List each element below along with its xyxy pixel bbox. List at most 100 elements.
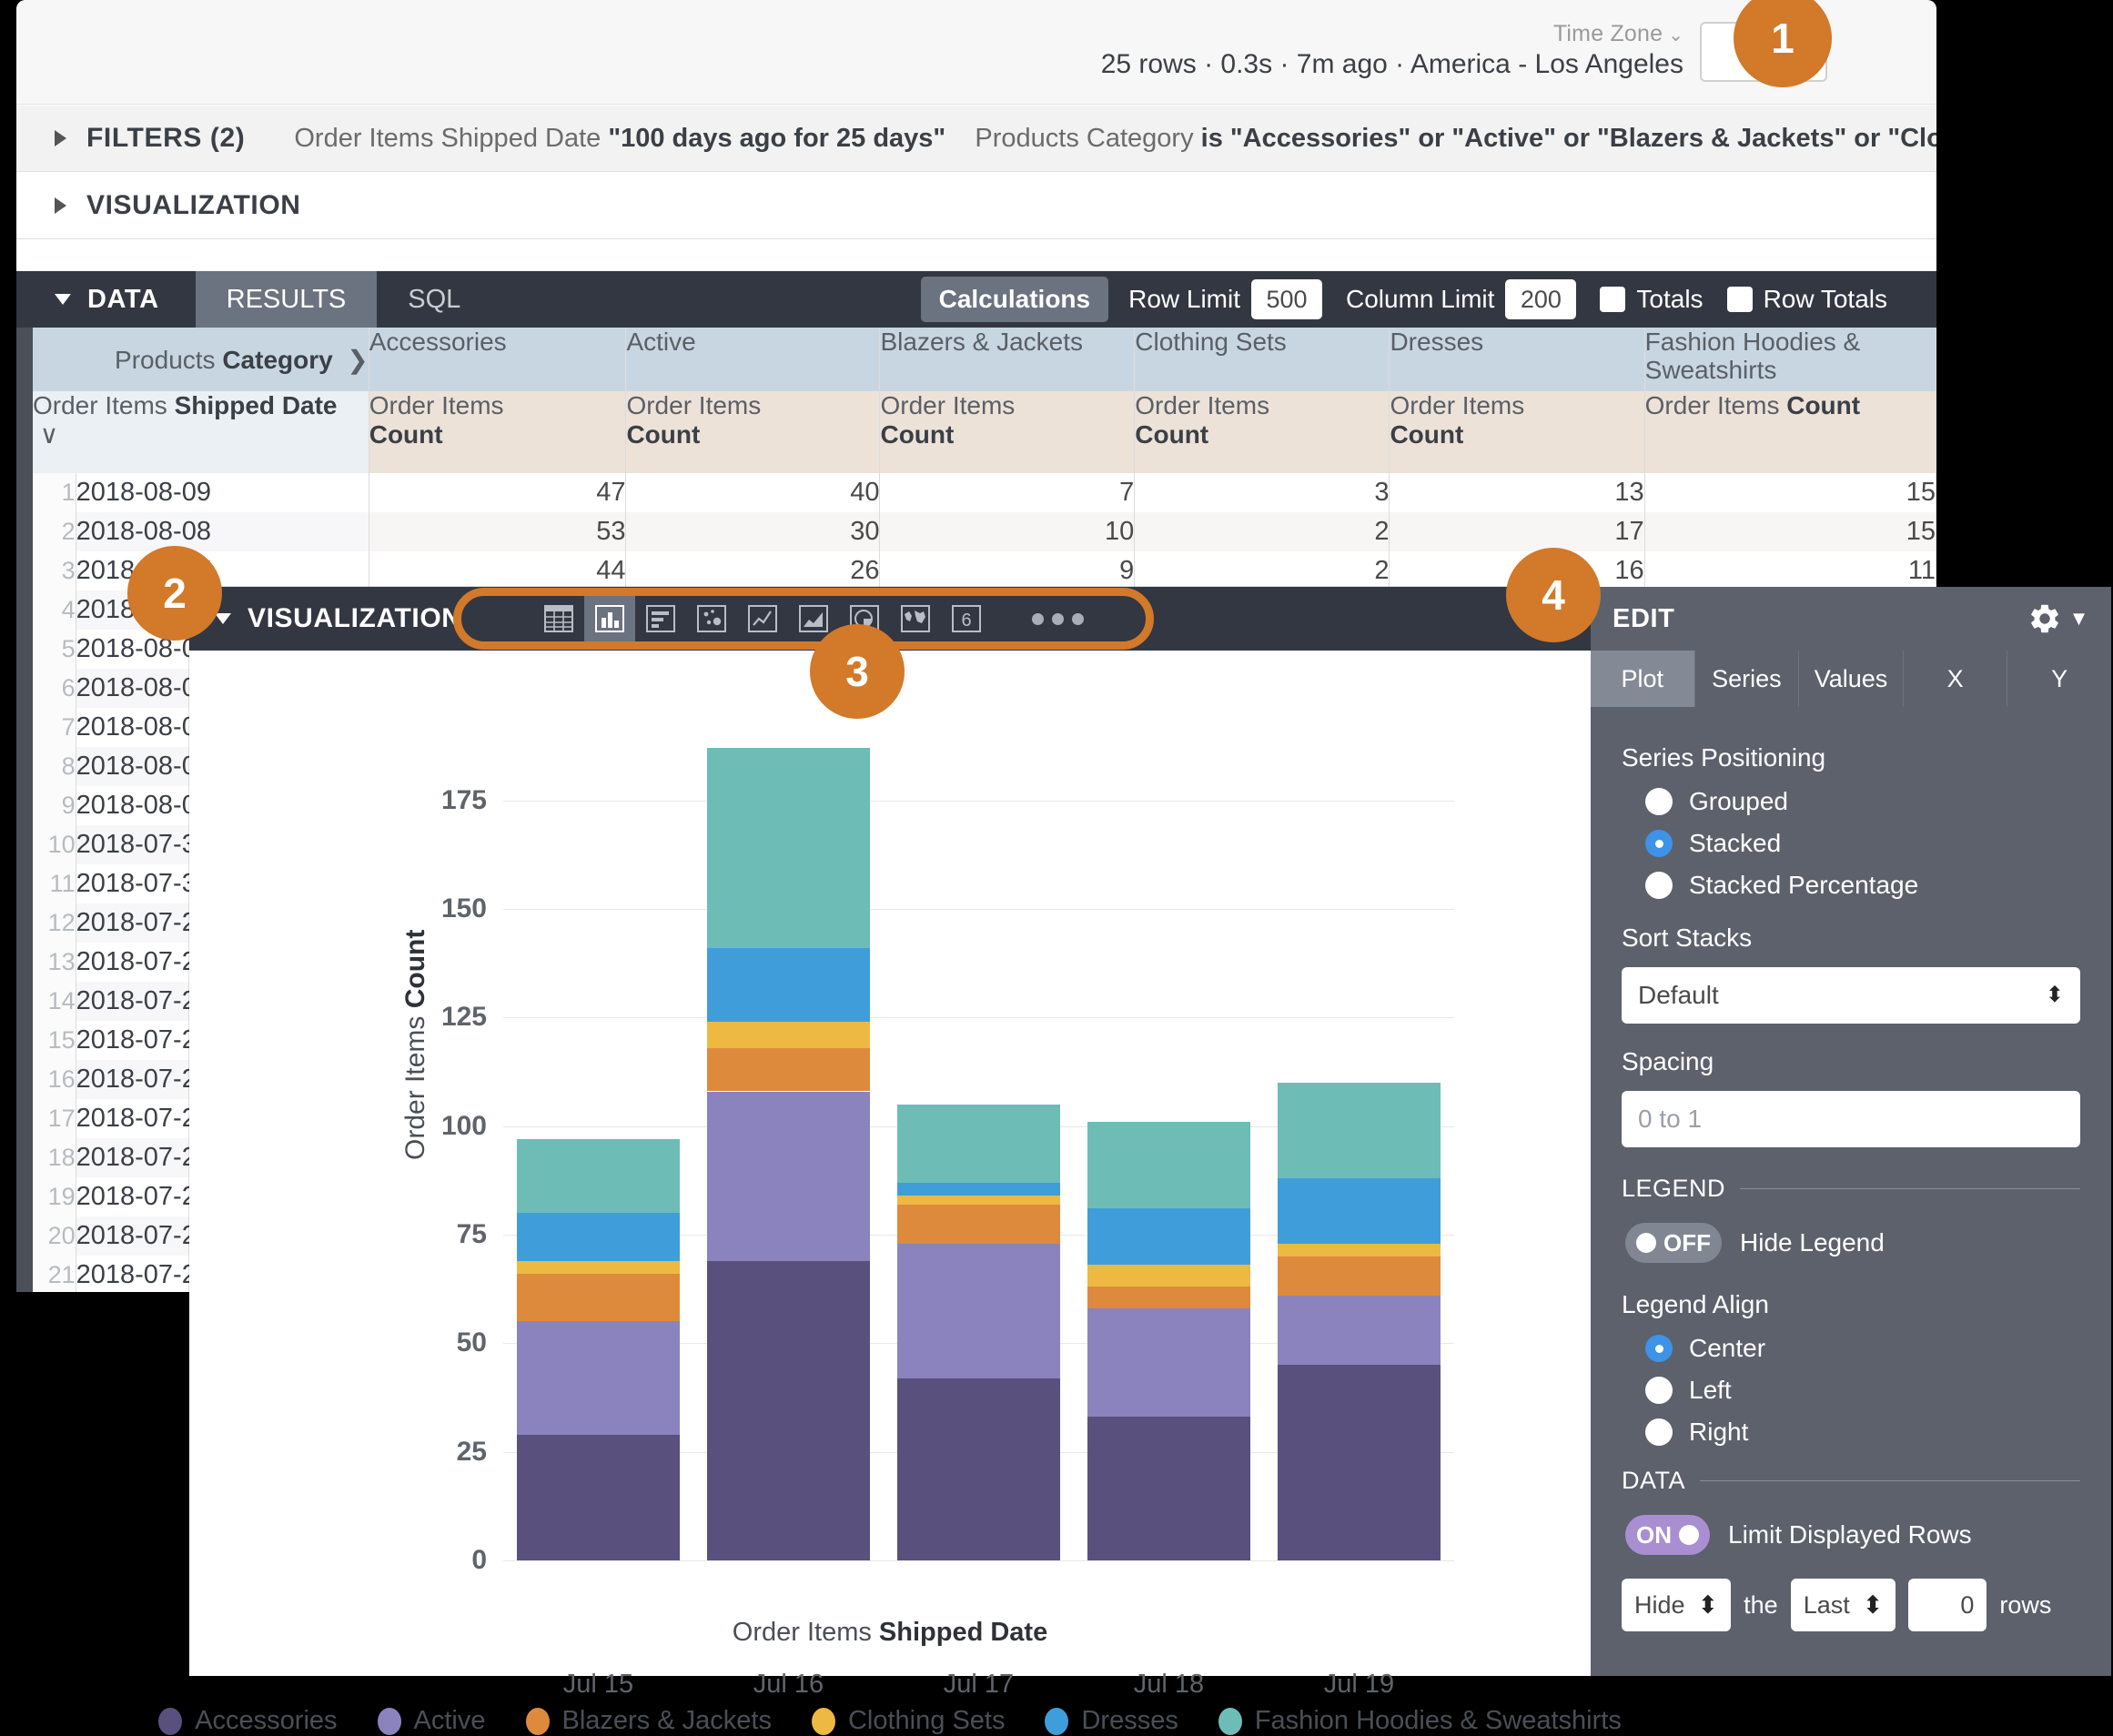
settings-menu[interactable]: ▼ <box>2027 601 2089 636</box>
radio-legend-right-control[interactable] <box>1645 1418 1673 1446</box>
measure-header-4[interactable]: Order Items Count <box>1389 391 1645 473</box>
radio-legend-left-control[interactable] <box>1645 1377 1673 1404</box>
bar-segment[interactable] <box>516 1434 681 1560</box>
first-last-select[interactable]: Last ⬍ <box>1790 1579 1896 1631</box>
bar-segment[interactable] <box>706 1260 871 1560</box>
bar-segment[interactable] <box>896 1104 1061 1183</box>
bar-segment[interactable] <box>706 748 871 948</box>
column-header-blazers-jackets[interactable]: Blazers & Jackets <box>879 328 1136 391</box>
tab-y[interactable]: Y <box>2007 651 2111 707</box>
radio-grouped-control[interactable] <box>1645 788 1673 815</box>
tab-values[interactable]: Values <box>1799 651 1904 707</box>
hide-legend-toggle[interactable]: OFF <box>1625 1223 1722 1263</box>
bar-segment[interactable] <box>516 1321 681 1435</box>
bar-segment[interactable] <box>516 1213 681 1261</box>
filters-section[interactable]: FILTERS (2) Order Items Shipped Date "10… <box>16 106 1936 172</box>
limit-rows-toggle-row[interactable]: ON Limit Displayed Rows <box>1625 1515 2080 1555</box>
tab-series[interactable]: Series <box>1695 651 1800 707</box>
table-cell: 3 <box>1134 473 1390 512</box>
radio-stacked-percentage[interactable]: Stacked Percentage <box>1645 871 2080 900</box>
measure-header-1[interactable]: Order Items Count <box>625 391 881 473</box>
tab-sql[interactable]: SQL <box>377 271 491 328</box>
radio-legend-right[interactable]: Right <box>1645 1418 2080 1447</box>
bar-segment[interactable] <box>1277 1295 1441 1366</box>
bar-stack[interactable] <box>896 1104 1061 1560</box>
radio-stacked[interactable]: Stacked <box>1645 829 2080 858</box>
bar-segment[interactable] <box>1087 1265 1251 1287</box>
bar-segment[interactable] <box>516 1273 681 1322</box>
calculations-button[interactable]: Calculations <box>920 277 1109 322</box>
legend-item[interactable]: Active <box>377 1706 486 1736</box>
tab-plot[interactable]: Plot <box>1591 651 1695 707</box>
bar-segment[interactable] <box>1087 1208 1251 1266</box>
bar-segment[interactable] <box>706 947 871 1023</box>
tab-results[interactable]: RESULTS <box>195 271 378 328</box>
spacing-input[interactable]: 0 to 1 <box>1622 1091 2080 1147</box>
row-totals-checkbox[interactable] <box>1726 287 1753 312</box>
column-header-clothing-sets[interactable]: Clothing Sets <box>1134 328 1390 391</box>
measure-header-5[interactable]: Order Items Count <box>1644 391 1936 473</box>
column-limit-input[interactable]: 200 <box>1505 279 1577 319</box>
timezone-selector[interactable]: Time Zone ⌄ <box>1101 21 1683 47</box>
legend-item[interactable]: Fashion Hoodies & Sweatshirts <box>1218 1706 1622 1736</box>
bar-stack[interactable] <box>516 1139 681 1560</box>
measure-header-3[interactable]: Order Items Count <box>1134 391 1390 473</box>
collapse-triangle-icon[interactable] <box>215 613 231 624</box>
pivot-header[interactable]: Products Category ❯ <box>33 328 369 391</box>
bar-stack[interactable] <box>1277 1082 1441 1560</box>
radio-legend-left[interactable]: Left <box>1645 1376 2080 1405</box>
legend-item[interactable]: Blazers & Jackets <box>525 1706 772 1736</box>
bar-segment[interactable] <box>896 1243 1061 1378</box>
radio-stacked-control[interactable] <box>1645 830 1673 857</box>
bar-stack[interactable] <box>706 748 871 1560</box>
bar-segment[interactable] <box>1087 1287 1251 1309</box>
expand-triangle-icon[interactable] <box>55 130 66 146</box>
table-row[interactable]: 1 2018-08-09 47 40 7 3 13 15 <box>33 473 1936 512</box>
tab-x[interactable]: X <box>1904 651 2008 707</box>
row-limit-input[interactable]: 500 <box>1251 279 1323 319</box>
bar-segment[interactable] <box>1277 1243 1441 1257</box>
measure-header-2[interactable]: Order Items Count <box>879 391 1136 473</box>
bar-segment[interactable] <box>516 1139 681 1214</box>
hide-show-select[interactable]: Hide ⬍ <box>1622 1579 1732 1631</box>
legend-item[interactable]: Dresses <box>1045 1706 1178 1736</box>
bar-segment[interactable] <box>1087 1308 1251 1418</box>
legend-item[interactable]: Clothing Sets <box>811 1706 1005 1736</box>
bar-segment[interactable] <box>896 1378 1061 1560</box>
bar-segment[interactable] <box>1277 1256 1441 1296</box>
hide-legend-toggle-row[interactable]: OFF Hide Legend <box>1625 1223 2080 1263</box>
rows-count-input[interactable]: 0 <box>1908 1579 1987 1631</box>
table-row[interactable]: 32018-08-074426921611 <box>33 551 1936 590</box>
table-row[interactable]: 2 2018-08-08 53 30 10 2 17 15 <box>33 512 1936 551</box>
limit-displayed-rows-toggle[interactable]: ON <box>1625 1515 1710 1555</box>
row-dimension-header[interactable]: Order Items Shipped Date ∨ <box>33 391 369 473</box>
visualization-section-collapsed[interactable]: VISUALIZATION <box>16 173 1936 239</box>
bar-segment[interactable] <box>1277 1082 1441 1178</box>
expand-triangle-icon[interactable] <box>55 197 66 214</box>
bar-segment[interactable] <box>896 1196 1061 1205</box>
bar-segment[interactable] <box>896 1204 1061 1244</box>
totals-checkbox[interactable] <box>1600 287 1626 312</box>
radio-legend-center-control[interactable] <box>1645 1335 1673 1362</box>
data-section-toggle[interactable]: DATA <box>16 271 196 328</box>
column-header-active[interactable]: Active <box>625 328 881 391</box>
column-header-dresses[interactable]: Dresses <box>1389 328 1645 391</box>
radio-legend-center[interactable]: Center <box>1645 1334 2080 1363</box>
bar-segment[interactable] <box>706 1091 871 1261</box>
radio-grouped[interactable]: Grouped <box>1645 787 2080 816</box>
radio-stacked-percentage-control[interactable] <box>1645 872 1673 899</box>
bar-segment[interactable] <box>896 1182 1061 1196</box>
sort-stacks-select[interactable]: Default ⬍ <box>1622 967 2080 1024</box>
bar-segment[interactable] <box>1277 1365 1441 1560</box>
bar-segment[interactable] <box>516 1260 681 1274</box>
legend-item[interactable]: Accessories <box>158 1706 338 1736</box>
measure-header-0[interactable]: Order Items Count <box>369 391 627 473</box>
column-header-accessories[interactable]: Accessories <box>369 328 627 391</box>
bar-segment[interactable] <box>1087 1121 1251 1209</box>
bar-segment[interactable] <box>1087 1417 1251 1560</box>
column-header-fashion-hoodies[interactable]: Fashion Hoodies & Sweatshirts <box>1644 328 1936 391</box>
bar-stack[interactable] <box>1087 1121 1251 1560</box>
bar-segment[interactable] <box>706 1047 871 1092</box>
bar-segment[interactable] <box>706 1022 871 1048</box>
bar-segment[interactable] <box>1277 1177 1441 1244</box>
